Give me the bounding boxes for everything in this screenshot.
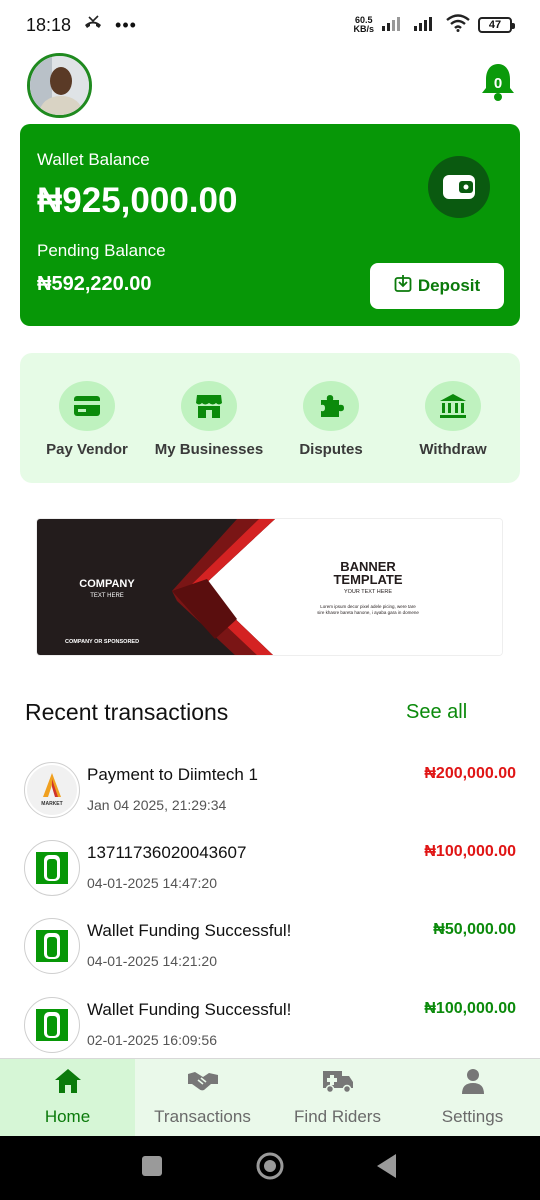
- nav-transactions[interactable]: Transactions: [135, 1059, 270, 1136]
- deposit-label: Deposit: [417, 276, 481, 295]
- transaction-title: Payment to Diimtech 1: [87, 765, 259, 784]
- home-button[interactable]: [256, 1152, 284, 1180]
- transaction-title: Wallet Funding Successful!: [87, 921, 292, 940]
- bank-icon: [440, 394, 466, 418]
- deposit-icon: [394, 274, 412, 298]
- wallet-balance-amount: ₦925,000.00: [37, 181, 238, 220]
- wallet-logo-icon: [24, 918, 80, 974]
- notification-bell-button[interactable]: 0: [480, 62, 516, 102]
- merchant-logo: MARKET: [24, 762, 80, 818]
- banner-title-2: TEMPLATE: [333, 572, 402, 587]
- ambulance-icon: [322, 1067, 354, 1095]
- wifi-icon: [446, 13, 470, 37]
- pending-balance-amount: ₦592,220.00: [37, 273, 152, 295]
- more-dots-icon: •••: [115, 14, 137, 35]
- transaction-amount: ₦200,000.00: [424, 765, 516, 782]
- system-nav-bar: [0, 1136, 540, 1200]
- transaction-row[interactable]: Wallet Funding Successful! 04-01-2025 14…: [0, 918, 540, 988]
- avatar[interactable]: [27, 53, 92, 118]
- transaction-row[interactable]: 13711736020043607 04-01-2025 14:47:20 ₦1…: [0, 840, 540, 910]
- missed-call-icon: [83, 14, 103, 36]
- deposit-button[interactable]: Deposit: [370, 263, 504, 309]
- nav-home[interactable]: Home: [0, 1059, 135, 1136]
- home-icon: [54, 1067, 82, 1095]
- transaction-amount: ₦100,000.00: [424, 1000, 516, 1017]
- network-speed: 60.5 KB/s: [353, 15, 374, 34]
- see-all-link[interactable]: See all: [406, 701, 467, 724]
- transaction-amount: ₦50,000.00: [433, 921, 516, 938]
- pay-vendor-button[interactable]: Pay Vendor: [27, 381, 147, 458]
- puzzle-icon: [321, 395, 344, 417]
- pending-balance-label: Pending Balance: [37, 241, 166, 260]
- wallet-balance-label: Wallet Balance: [37, 150, 150, 169]
- signal-icon-2: [414, 15, 438, 36]
- banner-company: COMPANY: [79, 578, 135, 590]
- transaction-date: 02-01-2025 16:09:56: [87, 1032, 217, 1048]
- banner-body-2: sire khasre bareta hanone, i ayaba gara …: [317, 610, 419, 615]
- wallet-card: Wallet Balance ₦925,000.00 Pending Balan…: [20, 124, 520, 326]
- promo-banner[interactable]: COMPANY TEXT HERE COMPANY OR SPONSORED B…: [36, 518, 503, 656]
- banner-subtitle: YOUR TEXT HERE: [344, 589, 392, 595]
- status-time: 18:18: [26, 14, 72, 35]
- transaction-title: 13711736020043607: [87, 843, 247, 862]
- transaction-row[interactable]: Wallet Funding Successful! 02-01-2025 16…: [0, 997, 540, 1067]
- quick-actions: Pay Vendor My Businesses Disputes Withdr…: [20, 353, 520, 483]
- transaction-date: 04-01-2025 14:47:20: [87, 875, 217, 891]
- nav-settings[interactable]: Settings: [405, 1059, 540, 1136]
- wallet-logo-icon: [24, 997, 80, 1053]
- bottom-nav: Home Transactions Find Riders Settings: [0, 1058, 540, 1136]
- signal-icon: [382, 15, 406, 36]
- store-icon: [196, 395, 222, 418]
- person-icon: [461, 1067, 485, 1095]
- wallet-logo-icon: [24, 840, 80, 896]
- nav-find-riders[interactable]: Find Riders: [270, 1059, 405, 1136]
- back-button[interactable]: [377, 1154, 396, 1178]
- wallet-icon: [428, 156, 490, 218]
- transaction-amount: ₦100,000.00: [424, 843, 516, 860]
- banner-sponsor: COMPANY OR SPONSORED: [65, 639, 139, 645]
- disputes-button[interactable]: Disputes: [271, 381, 391, 458]
- transaction-row[interactable]: MARKET Payment to Diimtech 1 Jan 04 2025…: [0, 762, 540, 832]
- battery-indicator: 47: [478, 17, 515, 33]
- withdraw-button[interactable]: Withdraw: [393, 381, 513, 458]
- transaction-date: 04-01-2025 14:21:20: [87, 953, 217, 969]
- my-businesses-button[interactable]: My Businesses: [149, 381, 269, 458]
- notification-count: 0: [493, 75, 503, 92]
- transaction-title: Wallet Funding Successful!: [87, 1000, 292, 1019]
- handshake-icon: [187, 1067, 219, 1095]
- status-bar: 18:18 ••• 60.5 KB/s 47: [0, 0, 540, 50]
- transaction-date: Jan 04 2025, 21:29:34: [87, 797, 227, 813]
- banner-body-1: Lorem ipsum decor pixel adele picing, we…: [320, 604, 416, 609]
- recent-transactions-title: Recent transactions: [25, 699, 229, 725]
- banner-image: COMPANY TEXT HERE COMPANY OR SPONSORED B…: [37, 519, 502, 655]
- banner-company-sub: TEXT HERE: [90, 593, 124, 599]
- card-icon: [74, 396, 100, 416]
- recent-apps-button[interactable]: [142, 1156, 162, 1176]
- svg-text:MARKET: MARKET: [41, 801, 62, 807]
